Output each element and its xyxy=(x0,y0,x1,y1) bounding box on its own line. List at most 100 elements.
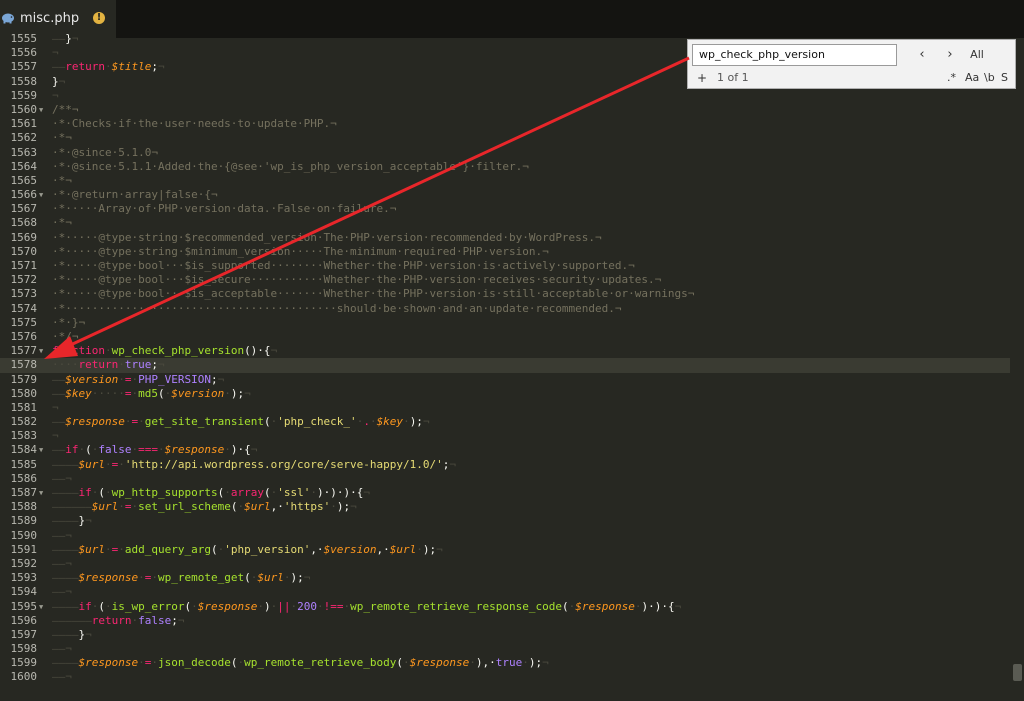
line-number: 1580 xyxy=(10,386,38,400)
code-token: —— xyxy=(52,60,66,74)
code-token: ¬ xyxy=(542,656,549,670)
code-line[interactable]: 1594 ——¬ xyxy=(0,585,1010,599)
fold-arrow-icon[interactable]: ▼ xyxy=(39,443,43,457)
vertical-scrollbar[interactable] xyxy=(1010,38,1024,701)
line-number: 1558 xyxy=(10,74,38,88)
code-line[interactable]: 1579 ——$version·=·PHP_VERSION;¬ xyxy=(0,373,1010,387)
code-line[interactable]: 1560 ▼ /**¬ xyxy=(0,103,1010,117)
code-line[interactable]: 1589 ————}¬ xyxy=(0,514,1010,528)
code-line[interactable]: 1595 ▼ ————if·(·is_wp_error(·$response·)·|… xyxy=(0,600,1010,614)
code-line[interactable]: 1575 ·*·}¬ xyxy=(0,316,1010,330)
fold-arrow-icon[interactable]: ▼ xyxy=(39,600,43,614)
line-number: 1585 xyxy=(10,457,38,471)
code-token: ); xyxy=(230,386,245,400)
code-line[interactable]: 1572 ·*·····@type·bool···$is_secure······… xyxy=(0,273,1010,287)
code-token: ); xyxy=(528,656,543,670)
code-line[interactable]: 1561 ·*·Checks·if·the·user·needs·to·updat… xyxy=(0,117,1010,131)
code-text: ————if·(·is_wp_error(·$response·)·||·200… xyxy=(52,600,681,614)
code-token: ; xyxy=(210,372,218,386)
code-line[interactable]: 1570 ·*·····@type·string·$minimum_version… xyxy=(0,245,1010,259)
code-line[interactable]: 1559 ¬ xyxy=(0,89,1010,103)
code-token: ¬ xyxy=(158,358,165,372)
code-token: ( xyxy=(98,486,105,499)
code-token: PHP_VERSION xyxy=(138,372,211,386)
code-line[interactable]: 1600 ——¬ xyxy=(0,670,1010,684)
scrollbar-thumb[interactable] xyxy=(1013,664,1022,681)
code-token: wp_remote_get xyxy=(157,571,245,585)
case-sensitive-toggle[interactable]: Aa xyxy=(965,70,979,86)
code-line[interactable]: 1596 ——————return·false;¬ xyxy=(0,614,1010,628)
find-panel: wp_check_php_version ‹ › All + 1 of 1 .*… xyxy=(687,39,1016,89)
code-line[interactable]: 1592 ——¬ xyxy=(0,557,1010,571)
code-token: ¬ xyxy=(436,542,443,556)
code-token: —— xyxy=(52,670,66,684)
code-line[interactable]: 1580 ——$key·····=·md5(·$version·);¬ xyxy=(0,387,1010,401)
code-line[interactable]: 1567 ·*·····Array·of·PHP·version·data.·Fa… xyxy=(0,202,1010,216)
code-line[interactable]: 1581 ¬ xyxy=(0,401,1010,415)
code-line[interactable]: 1568 ·*¬ xyxy=(0,216,1010,230)
code-line[interactable]: 1571 ·*·····@type·bool···$is_supported···… xyxy=(0,259,1010,273)
code-token: $response xyxy=(409,656,470,670)
code-token: —— xyxy=(52,372,66,386)
code-line[interactable]: 1591 ————$url·=·add_query_arg(·'php_versi… xyxy=(0,543,1010,557)
code-line[interactable]: 1582 ——$response·=·get_site_transient(·'p… xyxy=(0,415,1010,429)
code-line[interactable]: 1574 ·*··································… xyxy=(0,302,1010,316)
code-token: $url xyxy=(257,571,284,585)
code-line[interactable]: 1588 ——————$url·=·set_url_scheme(·$url,·'… xyxy=(0,500,1010,514)
code-line[interactable]: 1585 ————$url·=·'http://api.wordpress.org… xyxy=(0,458,1010,472)
find-prev-button[interactable]: ‹ xyxy=(914,44,930,66)
code-line[interactable]: 1597 ————}¬ xyxy=(0,628,1010,642)
code-line[interactable]: 1593 ————$response·=·wp_remote_get(·$url·… xyxy=(0,571,1010,585)
code-line[interactable]: 1564 ·*·@since·5.1.1·Added·the·{@see·'wp_… xyxy=(0,160,1010,174)
find-all-button[interactable]: All xyxy=(964,44,990,66)
code-line[interactable]: 1573 ·*·····@type·bool···$is_acceptable··… xyxy=(0,287,1010,301)
fold-arrow-icon[interactable]: ▼ xyxy=(39,486,43,500)
code-token: = xyxy=(124,500,132,514)
add-cursor-button[interactable]: + xyxy=(697,70,707,86)
code-line[interactable]: 1583 ¬ xyxy=(0,429,1010,443)
line-number: 1573 xyxy=(10,287,38,301)
fold-arrow-icon[interactable]: ▼ xyxy=(39,103,43,117)
fold-arrow-icon[interactable]: ▼ xyxy=(39,188,43,202)
code-line[interactable]: 1563 ·*·@since·5.1.0¬ xyxy=(0,146,1010,160)
regex-toggle[interactable]: .* xyxy=(947,70,956,86)
find-next-button[interactable]: › xyxy=(942,44,958,66)
fold-arrow-icon[interactable]: ▼ xyxy=(39,344,43,358)
code-text: ——¬ xyxy=(52,585,72,599)
code-text: ¬ xyxy=(52,401,59,415)
code-line[interactable]: 1565 ·*¬ xyxy=(0,174,1010,188)
whole-word-toggle[interactable]: \b xyxy=(984,70,995,86)
code-text: ——¬ xyxy=(52,472,72,486)
code-line[interactable]: 1577 ▼ function·wp_check_php_version()·{¬ xyxy=(0,344,1010,358)
code-text: ————$url·=·add_query_arg(·'php_version',… xyxy=(52,543,443,557)
code-token: ( xyxy=(85,443,92,457)
code-line[interactable]: 1598 ——¬ xyxy=(0,642,1010,656)
code-line[interactable]: 1599 ————$response·=·json_decode(·wp_remo… xyxy=(0,656,1010,670)
code-text: ——¬ xyxy=(52,670,72,684)
code-line[interactable]: 1578 ····return·true;¬ xyxy=(0,358,1010,373)
code-line[interactable]: 1569 ·*·····@type·string·$recommended_ver… xyxy=(0,231,1010,245)
code-line[interactable]: 1562 ·*¬ xyxy=(0,131,1010,145)
code-token: ( xyxy=(562,599,569,613)
line-number: 1556 xyxy=(10,46,38,60)
code-text: ·*·····Array·of·PHP·version·data.·False·… xyxy=(52,202,396,216)
code-token: ); xyxy=(409,415,423,429)
code-line[interactable]: 1586 ——¬ xyxy=(0,472,1010,486)
code-token: ¬ xyxy=(52,46,59,60)
code-line[interactable]: 1566 ▼ ·*·@return·array|false·{¬ xyxy=(0,188,1010,202)
code-token: · xyxy=(316,599,324,613)
code-token: !== xyxy=(323,599,344,613)
code-token: ( xyxy=(98,599,105,613)
in-selection-toggle[interactable]: S xyxy=(1001,70,1008,86)
code-token: ¬ xyxy=(85,627,92,641)
code-token: ¬ xyxy=(217,372,225,386)
code-line[interactable]: 1584 ▼ ——if·(·false·===·$response·)·{¬ xyxy=(0,443,1010,457)
find-input[interactable]: wp_check_php_version xyxy=(692,44,897,66)
code-editor[interactable]: 1555 ——}¬ 1556 ¬ 1557 ——return·$title;¬ 1558}¬… xyxy=(0,32,1010,685)
code-text: ——if·(·false·===·$response·)·{¬ xyxy=(52,443,257,457)
code-line[interactable]: 1576 ·*/¬ xyxy=(0,330,1010,344)
code-line[interactable]: 1587 ▼ ————if·(·wp_http_supports(·array(·'… xyxy=(0,486,1010,500)
code-token: ¬ xyxy=(65,642,72,656)
code-text: ————if·(·wp_http_supports(·array(·'ssl'·… xyxy=(52,486,370,500)
code-line[interactable]: 1590 ——¬ xyxy=(0,529,1010,543)
